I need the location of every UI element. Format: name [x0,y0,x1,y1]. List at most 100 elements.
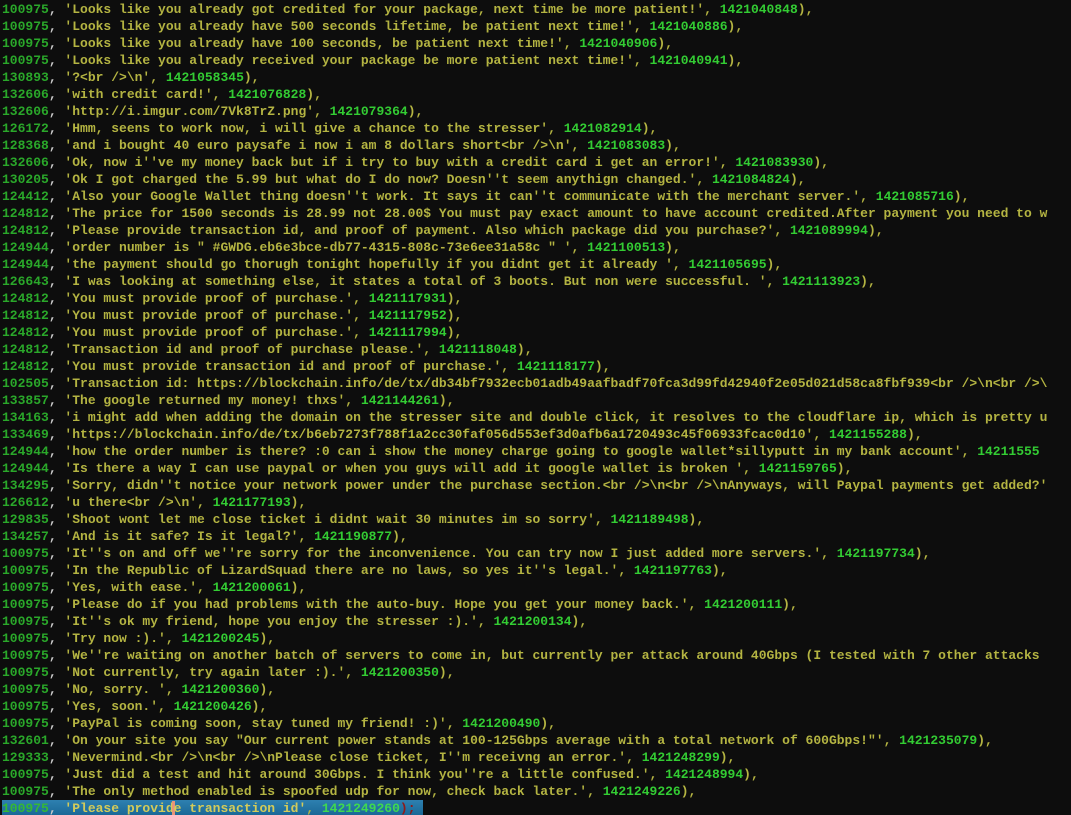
field-comma: , [48,223,65,238]
field-comma: , [48,53,65,68]
message-text: 'Try now :).' [64,631,166,646]
field-comma: , [48,36,65,51]
timestamp: 1421200245 [181,631,260,646]
row-terminator: ), [392,529,408,544]
field-comma: , [48,495,65,510]
row-terminator: ), [665,138,681,153]
field-comma: , [48,240,65,255]
log-line: 100975, 'Looks like you already got cred… [2,1,1071,18]
message-text: 'You must provide proof of purchase.' [64,325,354,340]
timestamp: 1421113923 [782,274,861,289]
record-id: 100975 [2,597,49,612]
field-comma: , [345,665,361,680]
row-terminator: ), [789,172,806,187]
row-terminator: ), [711,563,728,578]
record-id: 126612 [2,495,49,510]
message-text: 'Please do if you had problems with the … [64,597,689,612]
row-terminator: ), [867,223,884,238]
log-line: 130205, 'Ok I got charged the 5.99 but w… [2,171,1071,188]
message-text: 'Transaction id: https://blockchain.info… [64,376,1048,391]
field-comma: , [719,155,736,170]
timestamp: 1421076828 [228,87,307,102]
field-comma: , [48,393,65,408]
log-line: 124412, 'Also your Google Wallet thing d… [2,188,1071,205]
message-text: 'Nevermind.<br />\n<br />\nPlease close … [64,750,627,765]
log-line: 100975, 'Looks like you already have 100… [2,35,1071,52]
timestamp: 1421200134 [493,614,572,629]
field-comma: , [883,733,900,748]
record-id: 100975 [2,699,49,714]
field-comma: , [571,240,588,255]
field-comma: , [48,410,65,425]
message-text: 'I was looking at something else, it sta… [64,274,767,289]
record-id: 129835 [2,512,49,527]
log-line: 124944, 'the payment should go thorugh t… [2,256,1071,273]
message-text: 'PayPal is coming soon, stay tuned my fr… [64,716,447,731]
message-text: 'with credit card!' [64,87,213,102]
field-comma: , [48,274,65,289]
field-comma: , [633,19,650,34]
terminal-output[interactable]: 100975, 'Looks like you already got cred… [0,0,1071,815]
timestamp: 1421177193 [212,495,291,510]
field-comma: , [766,274,783,289]
message-text: 'It''s ok my friend, hope you enjoy the … [64,614,478,629]
record-id: 100975 [2,563,49,578]
field-comma: , [626,750,642,765]
log-line: 124812, 'You must provide transaction id… [2,358,1071,375]
log-line: 100975, 'We''re waiting on another batch… [2,647,1071,664]
field-comma: , [197,495,213,510]
field-comma: , [501,359,517,374]
log-line: 124812, 'You must provide proof of purch… [2,324,1071,341]
field-comma: , [688,597,705,612]
field-comma: , [158,699,174,714]
field-comma: , [48,104,65,119]
row-terminator: ), [813,155,829,170]
record-id: 132606 [2,104,49,119]
record-id: 134257 [2,529,49,544]
timestamp: 1421118177 [516,359,595,374]
field-comma: , [774,223,790,238]
message-text: 'Ok I got charged the 5.99 but what do I… [64,172,697,187]
field-comma: , [353,291,369,306]
field-comma: , [353,325,369,340]
field-comma: , [961,444,978,459]
timestamp: 1421200061 [212,580,291,595]
message-text: 'Please provid [64,801,174,815]
field-comma: , [48,801,65,815]
field-comma: , [618,563,634,578]
timestamp: 14211555 [977,444,1040,459]
log-lines: 100975, 'Looks like you already got cred… [2,1,1071,815]
record-id: 124944 [2,257,49,272]
field-comma: , [48,546,65,561]
record-id: 124812 [2,206,49,221]
row-terminator: ), [251,699,268,714]
message-text: 'Is there a way I can use paypal or when… [64,461,744,476]
field-comma: , [821,546,837,561]
log-line: 128368, 'and i bought 40 euro paysafe i … [2,137,1071,154]
field-comma: , [48,87,65,102]
row-terminator: ), [243,70,260,85]
log-line: 133469, 'https://blockchain.info/de/tx/b… [2,426,1071,443]
record-id: 100975 [2,648,49,663]
timestamp: 1421197734 [836,546,915,561]
field-comma: , [446,716,463,731]
timestamp: 1421079364 [329,104,408,119]
field-comma: , [48,121,65,136]
log-line: 124812, 'You must provide proof of purch… [2,290,1071,307]
log-line: 124812, 'You must provide proof of purch… [2,307,1071,324]
log-line: 124944, 'how the order number is there? … [2,443,1071,460]
row-terminator: ), [446,308,463,323]
record-id: 100975 [2,614,49,629]
record-id: 132601 [2,733,49,748]
record-id: 124412 [2,189,49,204]
timestamp: 1421089994 [789,223,868,238]
row-terminator: ), [727,19,744,34]
record-id: 100975 [2,631,49,646]
log-line: 124944, 'Is there a way I can use paypal… [2,460,1071,477]
message-text: 'Sorry, didn''t notice your network powe… [64,478,1048,493]
field-comma: , [48,614,65,629]
field-comma: , [743,461,759,476]
timestamp: 1421040886 [649,19,728,34]
log-line: 132606, 'http://i.imgur.com/7Vk8TrZ.png'… [2,103,1071,120]
log-line: 100975, 'Please provide transaction id',… [2,800,423,815]
